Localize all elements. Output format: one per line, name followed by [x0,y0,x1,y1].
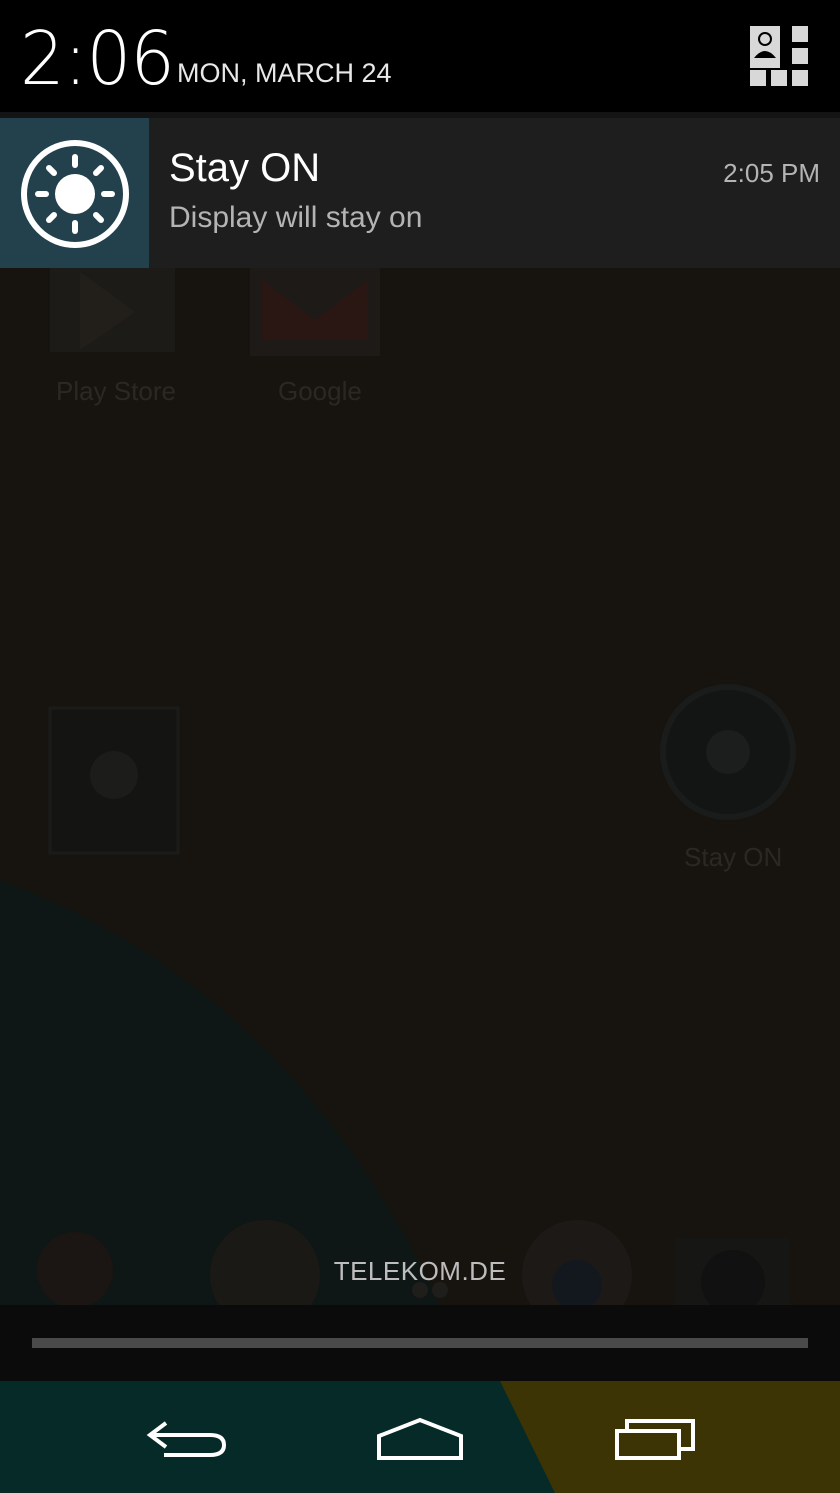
shade-handle[interactable] [32,1338,808,1348]
notification-stay-on[interactable]: Stay ON Display will stay on 2:05 PM [0,118,840,268]
recents-button[interactable] [605,1409,705,1467]
notification-icon-box [0,118,149,268]
app-label-play-store: Play Store [56,376,176,406]
stay-on-app-icon[interactable] [660,684,796,820]
notification-text: Display will stay on [169,201,423,234]
gmail-icon[interactable] [250,268,380,356]
notification-title: Stay ON [169,146,321,190]
play-store-icon[interactable] [50,268,175,352]
notification-shade-header: 2:06 MON, MARCH 24 [0,0,840,112]
clock: 2:06 [20,16,175,102]
app-label-stay-on: Stay ON [684,842,783,872]
home-button[interactable] [370,1409,470,1467]
home-icon [377,1417,463,1460]
screen: 2:06 MON, MARCH 24 Stay ON Display will … [0,0,840,1493]
quick-settings-icon[interactable] [750,26,810,86]
sun-icon [21,140,129,248]
carrier-label: TELEKOM.DE [333,1256,507,1286]
back-icon [146,1421,227,1457]
widget-sun-icon [48,706,180,855]
date: MON, MARCH 24 [177,58,392,88]
recents-icon [615,1419,695,1460]
back-button[interactable] [138,1409,238,1467]
app-label-google: Google [278,376,362,406]
notification-time: 2:05 PM [723,158,820,188]
navigation-bar [0,1381,840,1493]
